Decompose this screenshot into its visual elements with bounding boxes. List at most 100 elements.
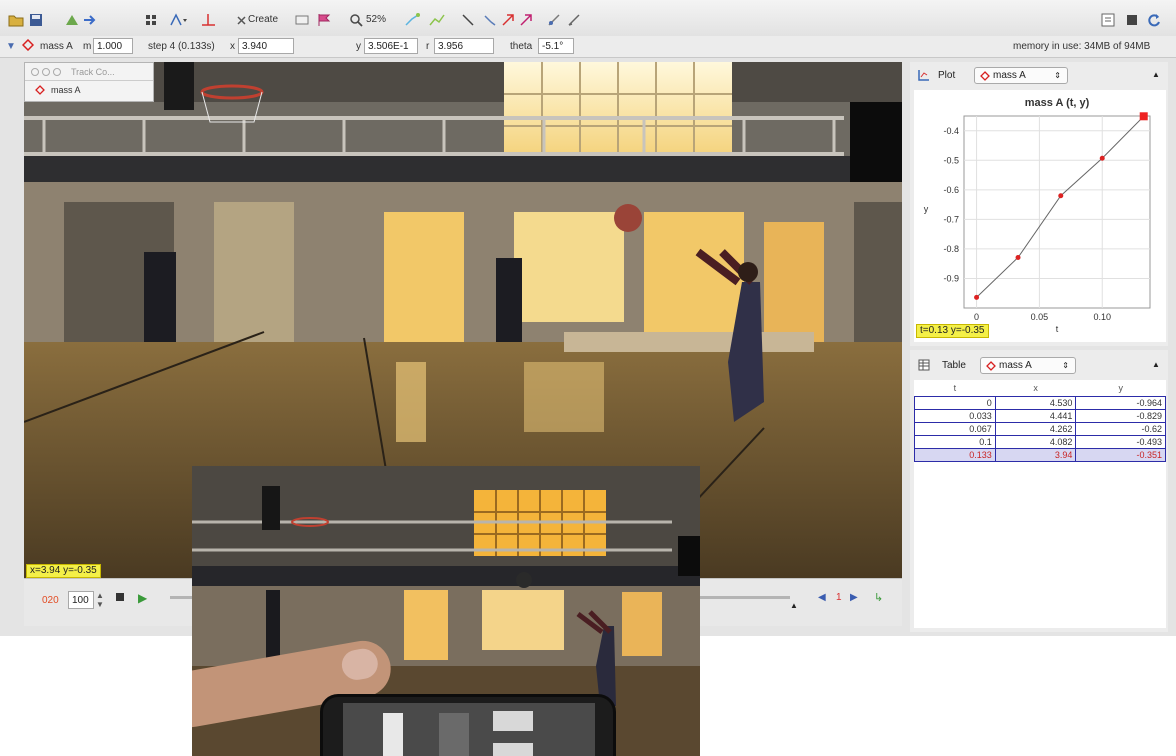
open-file-icon[interactable] — [8, 12, 24, 28]
data-point — [1058, 193, 1064, 199]
table-row[interactable]: 0 4.530 -0.964 — [914, 395, 1166, 410]
track-control-item[interactable]: mass A — [25, 81, 153, 95]
plot-readout: t=0.13 y=-0.35 — [916, 324, 989, 338]
frame-number[interactable]: 020 — [42, 595, 59, 606]
play-icon[interactable]: ▶ — [138, 591, 147, 605]
table-icon — [918, 359, 930, 374]
create-track-icon[interactable] — [236, 12, 246, 28]
step-back-icon[interactable]: ◀ — [818, 592, 826, 603]
column-header-t[interactable]: t — [915, 380, 996, 396]
table-cell: -0.964 — [1075, 395, 1166, 410]
create-track-button[interactable]: Create — [248, 14, 278, 25]
table-row[interactable]: 0.033 4.441 -0.829 — [914, 408, 1166, 423]
line-tool-icon[interactable] — [460, 12, 476, 28]
zoom-level[interactable]: 52% — [366, 14, 386, 25]
theta-field[interactable] — [538, 38, 574, 54]
y-axis-label: y — [924, 204, 929, 214]
save-icon[interactable] — [28, 12, 44, 28]
table-cell: -0.351 — [1075, 447, 1166, 462]
window-buttons-icon[interactable] — [31, 68, 65, 79]
x-label: x — [230, 41, 235, 52]
data-table-area[interactable]: t x y 0 4.530 -0.964 0.033 4.441 -0.829 — [914, 380, 1166, 628]
point-mass-icon — [980, 71, 990, 81]
mass-field[interactable] — [93, 38, 133, 54]
point-mass-icon — [986, 361, 996, 371]
plot-selector-label: mass A — [993, 70, 1026, 81]
plot-icon — [918, 69, 930, 84]
column-header-y[interactable]: y — [1076, 380, 1166, 396]
plot-header: Plot mass A ⇕ ▲ — [910, 62, 1168, 88]
track-control-titlebar[interactable]: Track Co... — [25, 63, 153, 81]
table-cell: 0.067 — [914, 421, 996, 436]
selector-arrows-icon: ⇕ — [1062, 361, 1069, 370]
track-control-panel[interactable]: Track Co... mass A — [24, 62, 154, 102]
pencil-icon[interactable] — [566, 12, 582, 28]
table-row[interactable]: 0.1 4.082 -0.493 — [914, 434, 1166, 449]
table-cell: 4.530 — [994, 395, 1077, 410]
selector-arrows-icon: ⇕ — [1054, 71, 1061, 80]
velocity-icon[interactable] — [500, 12, 516, 28]
position-marker-icon[interactable] — [482, 12, 498, 28]
y-tick-label: -0.6 — [943, 185, 959, 195]
step-size-icon[interactable]: 1 — [836, 592, 842, 603]
r-field[interactable] — [434, 38, 494, 54]
y-field[interactable] — [364, 38, 418, 54]
table-cell: 4.441 — [994, 408, 1077, 423]
rate-spinner-icon[interactable]: ▲ ▼ — [96, 591, 104, 609]
x-tick-label: 0.05 — [1031, 312, 1049, 322]
track-toolbar: ▼ mass A m step 4 (0.133s) x y r theta m… — [0, 36, 1176, 58]
plot-panel: Plot mass A ⇕ ▲ mass A (t, y) 0 0.05 0.10 -0… — [910, 62, 1168, 346]
gym-photo-inset — [192, 466, 700, 756]
table-cell: 4.082 — [994, 434, 1077, 449]
table-row[interactable]: 0.067 4.262 -0.62 — [914, 421, 1166, 436]
r-label: r — [426, 41, 430, 52]
notes-icon[interactable] — [1100, 12, 1116, 28]
track-menu-arrow-icon[interactable]: ▼ — [6, 41, 16, 52]
axes-icon[interactable] — [200, 12, 216, 28]
plot-area[interactable]: mass A (t, y) 0 0.05 0.10 -0.9 -0.8 -0.7 -0.6 -0… — [914, 90, 1166, 342]
autotracker-icon[interactable] — [316, 12, 332, 28]
mass-label: m — [83, 41, 92, 52]
table-row-selected[interactable]: 0.133 3.94 -0.351 — [914, 447, 1166, 462]
y-label: y — [356, 41, 361, 52]
track-control-icon[interactable] — [294, 12, 310, 28]
phone-screen — [343, 703, 595, 756]
table-selector-label: mass A — [999, 360, 1032, 371]
clip-settings-icon[interactable] — [144, 12, 158, 28]
column-header-x[interactable]: x — [995, 380, 1076, 396]
data-point — [1015, 254, 1021, 260]
data-table: t x y 0 4.530 -0.964 0.033 4.441 -0.829 — [914, 380, 1166, 462]
menu-icon[interactable] — [1124, 12, 1140, 28]
y-tick-label: -0.8 — [943, 244, 959, 254]
plot-track-selector[interactable]: mass A ⇕ — [974, 67, 1068, 84]
x-axis-label: t — [1056, 324, 1059, 334]
rate-field[interactable] — [68, 591, 94, 609]
calibration-tools-icon[interactable] — [168, 12, 188, 28]
refresh-icon[interactable] — [1146, 12, 1162, 28]
reset-icon[interactable] — [116, 593, 124, 601]
table-cell: 0.133 — [914, 447, 996, 462]
zoom-icon[interactable] — [348, 12, 364, 28]
labels-icon[interactable] — [428, 12, 446, 28]
video-readout: x=3.94 y=-0.35 — [26, 564, 101, 578]
plot-label: Plot — [938, 70, 956, 81]
slider-marker-icon[interactable]: ▲ — [790, 601, 798, 610]
acceleration-icon[interactable] — [518, 12, 534, 28]
plot-collapse-icon[interactable]: ▲ — [1152, 70, 1160, 79]
x-field[interactable] — [238, 38, 294, 54]
loop-icon[interactable]: ↳ — [874, 591, 883, 604]
table-cell: 3.94 — [994, 447, 1077, 462]
phone — [320, 694, 616, 756]
y-tick-label: -0.5 — [943, 155, 959, 165]
theta-label: theta — [510, 41, 533, 52]
table-track-selector[interactable]: mass A ⇕ — [980, 357, 1076, 374]
trace-icon[interactable] — [546, 12, 562, 28]
table-cell: 0.1 — [914, 434, 996, 449]
chart-title: mass A (t, y) — [1025, 97, 1090, 109]
export-icon[interactable] — [82, 12, 98, 28]
step-forward-icon[interactable]: ▶ — [850, 592, 858, 603]
table-collapse-icon[interactable]: ▲ — [1152, 360, 1160, 369]
import-video-icon[interactable] — [64, 12, 80, 28]
track-name[interactable]: mass A — [40, 41, 73, 52]
trail-icon[interactable] — [404, 12, 420, 28]
